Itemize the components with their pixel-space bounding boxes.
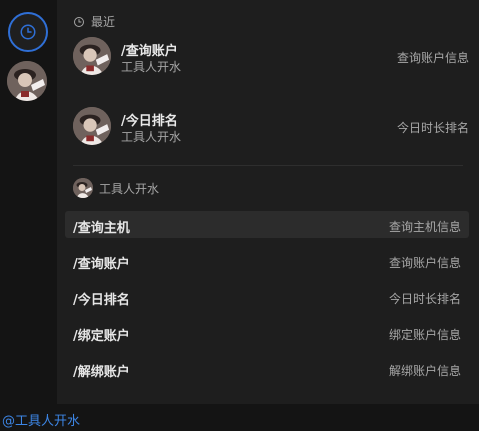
command-item-query-host[interactable]: /查询主机 查询主机信息	[65, 211, 469, 238]
bot-avatar-image	[7, 61, 47, 101]
clock-icon	[73, 16, 85, 28]
bot-avatar	[73, 107, 111, 145]
bot-avatar-tab[interactable]	[7, 61, 47, 101]
command-item-query-account[interactable]: /查询账户 查询账户信息	[65, 247, 469, 274]
recent-tab[interactable]	[8, 12, 48, 52]
category-rail	[0, 0, 57, 404]
command-name: /解绑账户	[73, 365, 130, 380]
command-name: /查询账户	[73, 257, 130, 272]
command-name: /今日排名	[73, 293, 130, 308]
bot-section-title: 工具人开水	[99, 181, 160, 196]
command-suggestion-panel: 最近 /查询账户 工具人开水 查询账户信息 /今日排名 工具人开水 今日时长排名…	[57, 0, 479, 404]
bot-section-header: 工具人开水	[73, 178, 159, 198]
command-description: 解绑账户信息	[388, 364, 461, 378]
command-name: /今日排名	[121, 114, 178, 129]
command-name: /绑定账户	[73, 329, 130, 344]
message-input-mention[interactable]: @工具人开水	[2, 410, 80, 429]
command-description: 查询主机信息	[388, 220, 461, 234]
command-description: 查询账户信息	[388, 256, 461, 270]
recent-command-item[interactable]: /今日排名 工具人开水 今日时长排名	[71, 101, 469, 157]
bot-name: 工具人开水	[121, 60, 182, 74]
command-description: 今日时长排名	[396, 121, 469, 135]
command-item-unbind-account[interactable]: /解绑账户 解绑账户信息	[65, 355, 469, 382]
command-item-bind-account[interactable]: /绑定账户 绑定账户信息	[65, 319, 469, 346]
command-description: 今日时长排名	[388, 292, 461, 306]
bot-name: 工具人开水	[121, 130, 182, 144]
recent-section-header: 最近	[73, 13, 115, 30]
clock-icon	[19, 23, 37, 41]
command-name: /查询主机	[73, 221, 130, 236]
recent-command-item[interactable]: /查询账户 工具人开水 查询账户信息	[71, 31, 469, 87]
command-description: 绑定账户信息	[388, 328, 461, 342]
bot-avatar-small	[73, 178, 93, 198]
bot-avatar	[73, 37, 111, 75]
message-input-bar[interactable]: @工具人开水	[0, 404, 479, 431]
command-name: /查询账户	[121, 44, 178, 59]
command-item-today-ranking[interactable]: /今日排名 今日时长排名	[65, 283, 469, 310]
recent-section-title: 最近	[91, 15, 116, 29]
section-divider	[73, 165, 463, 166]
command-description: 查询账户信息	[396, 51, 469, 65]
